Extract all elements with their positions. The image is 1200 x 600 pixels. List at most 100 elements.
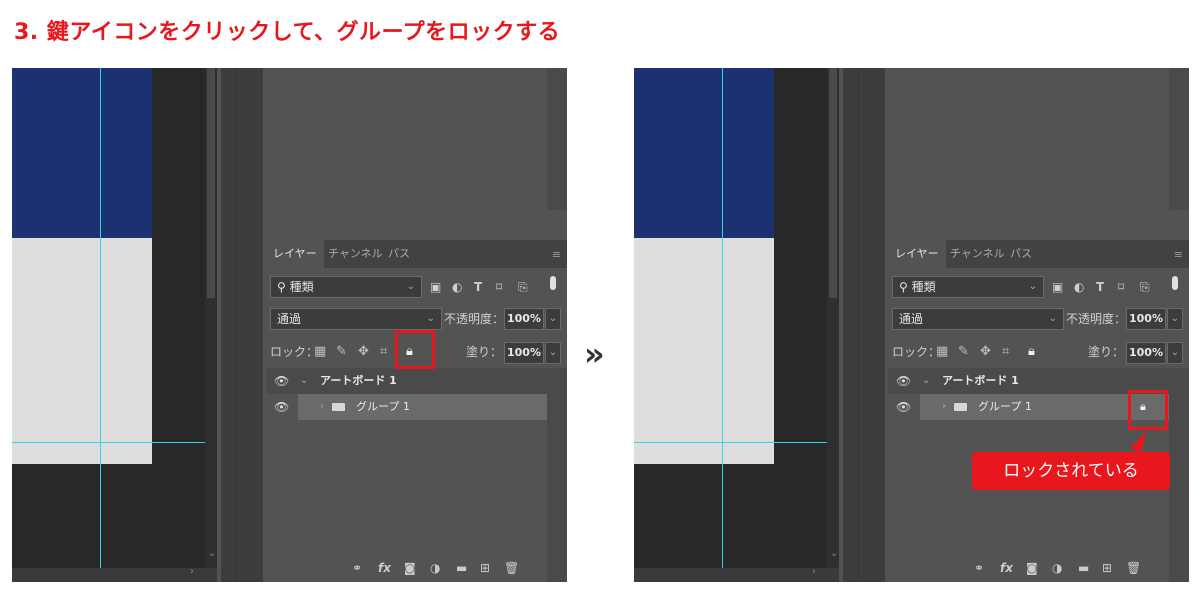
- chevron-down-icon[interactable]: ⌄: [545, 342, 561, 364]
- adjustment-filter-icon[interactable]: ◐: [452, 278, 462, 296]
- eye-icon[interactable]: 👁︎: [274, 368, 289, 394]
- chevron-down-icon[interactable]: ⌄: [830, 548, 838, 559]
- mask-icon[interactable]: ◙: [404, 558, 416, 578]
- chevron-down-icon: ⌄: [426, 313, 435, 324]
- eye-icon[interactable]: 👁︎: [896, 368, 911, 394]
- fx-icon[interactable]: fx: [1000, 558, 1013, 578]
- artboard-blue-area: [634, 68, 774, 238]
- layers-scrollbar[interactable]: [1169, 368, 1189, 582]
- transparency-lock-icon[interactable]: ▦: [314, 342, 326, 362]
- opacity-label: 不透明度：: [444, 312, 505, 326]
- upper-panel-scrollbar[interactable]: [1169, 68, 1189, 210]
- filter-label: 種類: [289, 280, 314, 294]
- canvas-area[interactable]: ⌄ ›: [12, 68, 217, 582]
- fx-icon[interactable]: fx: [378, 558, 391, 578]
- group-layer-name: グループ 1: [978, 400, 1032, 413]
- eye-icon[interactable]: 👁︎: [274, 394, 289, 420]
- lock-label: ロック：: [270, 345, 319, 359]
- layer-row-artboard[interactable]: 👁︎ ⌄ アートボード 1: [888, 368, 1169, 394]
- brush-lock-icon[interactable]: ✎: [336, 342, 347, 362]
- new-layer-icon[interactable]: ⊞: [1102, 558, 1112, 578]
- tab-layers[interactable]: レイヤー: [888, 240, 946, 268]
- chevron-down-icon[interactable]: ⌄: [208, 548, 216, 559]
- eye-icon[interactable]: 👁︎: [896, 394, 911, 420]
- panel-tabs: レイヤー チャンネル パス ≡: [888, 240, 1189, 268]
- new-group-icon[interactable]: ▬: [1078, 558, 1089, 578]
- shape-filter-icon[interactable]: ⌑: [496, 278, 502, 296]
- adjustment-filter-icon[interactable]: ◐: [1074, 278, 1084, 296]
- lock-icon[interactable]: 🔒︎: [1028, 342, 1035, 362]
- chevron-down-icon[interactable]: ⌄: [545, 308, 561, 330]
- opacity-field[interactable]: 100%: [504, 308, 544, 330]
- smart-object-filter-icon[interactable]: ⎘: [518, 278, 528, 296]
- filter-select[interactable]: ⚲ 種類 ⌄: [892, 276, 1044, 298]
- horizontal-scrollbar[interactable]: [12, 568, 217, 582]
- chevron-down-icon[interactable]: ⌄: [1167, 342, 1183, 364]
- move-lock-icon[interactable]: ✥: [358, 342, 369, 362]
- scrollbar-thumb[interactable]: [207, 68, 215, 298]
- type-filter-icon[interactable]: T: [474, 278, 482, 296]
- panel-menu-icon[interactable]: ≡: [552, 248, 561, 261]
- link-icon[interactable]: ⚭: [974, 558, 984, 578]
- artboard-gray-area: [634, 238, 774, 464]
- trash-icon[interactable]: 🗑︎: [504, 558, 519, 578]
- fill-label: 塗り：: [466, 345, 503, 359]
- image-filter-icon[interactable]: ▣: [1052, 278, 1063, 296]
- scrollbar-thumb[interactable]: [829, 68, 837, 298]
- adjustment-icon[interactable]: ◑: [1052, 558, 1062, 578]
- type-filter-icon[interactable]: T: [1096, 278, 1104, 296]
- chevron-down-icon[interactable]: ⌄: [1167, 308, 1183, 330]
- layers-scrollbar[interactable]: [547, 368, 567, 582]
- canvas-area[interactable]: ⌄ ›: [634, 68, 839, 582]
- trash-icon[interactable]: 🗑︎: [1126, 558, 1141, 578]
- fill-field[interactable]: 100%: [1126, 342, 1166, 364]
- horizontal-scrollbar[interactable]: [634, 568, 839, 582]
- layer-row-group[interactable]: 👁︎ › グループ 1: [266, 394, 547, 420]
- tab-paths[interactable]: パス: [1010, 240, 1032, 268]
- chevron-right-icon[interactable]: ›: [190, 566, 194, 577]
- adjustment-icon[interactable]: ◑: [430, 558, 440, 578]
- mask-icon[interactable]: ◙: [1026, 558, 1038, 578]
- upper-panel-area: [888, 68, 1189, 236]
- new-group-icon[interactable]: ▬: [456, 558, 467, 578]
- smart-object-filter-icon[interactable]: ⎘: [1140, 278, 1150, 296]
- group-layer-name: グループ 1: [356, 400, 410, 413]
- opacity-label: 不透明度：: [1066, 312, 1127, 326]
- fill-field[interactable]: 100%: [504, 342, 544, 364]
- opacity-field[interactable]: 100%: [1126, 308, 1166, 330]
- search-icon: ⚲: [277, 280, 286, 294]
- tab-layers[interactable]: レイヤー: [266, 240, 324, 268]
- divider: [236, 68, 237, 582]
- layer-row-artboard[interactable]: 👁︎ ⌄ アートボード 1: [266, 368, 547, 394]
- brush-lock-icon[interactable]: ✎: [958, 342, 969, 362]
- transparency-lock-icon[interactable]: ▦: [936, 342, 948, 362]
- filter-toggle[interactable]: [1172, 276, 1178, 290]
- fill-label: 塗り：: [1088, 345, 1125, 359]
- layer-row-group[interactable]: 👁︎ › グループ 1 🔒︎: [888, 394, 1169, 420]
- move-lock-icon[interactable]: ✥: [980, 342, 991, 362]
- new-layer-icon[interactable]: ⊞: [480, 558, 490, 578]
- panel-dock-gap: [221, 68, 263, 582]
- blend-mode-select[interactable]: 通過 ⌄: [270, 308, 442, 330]
- tab-channels[interactable]: チャンネル: [328, 240, 383, 268]
- image-filter-icon[interactable]: ▣: [430, 278, 441, 296]
- chevron-right-icon[interactable]: ›: [942, 394, 946, 420]
- tab-channels[interactable]: チャンネル: [950, 240, 1005, 268]
- filter-select[interactable]: ⚲ 種類 ⌄: [270, 276, 422, 298]
- chevron-down-icon[interactable]: ⌄: [922, 368, 930, 394]
- tab-paths[interactable]: パス: [388, 240, 410, 268]
- artboard-lock-icon[interactable]: ⌗: [380, 342, 387, 362]
- blend-mode-select[interactable]: 通過 ⌄: [892, 308, 1064, 330]
- chevron-right-icon[interactable]: ›: [320, 394, 324, 420]
- filter-label: 種類: [911, 280, 936, 294]
- shape-filter-icon[interactable]: ⌑: [1118, 278, 1124, 296]
- link-icon[interactable]: ⚭: [352, 558, 362, 578]
- chevron-right-icon[interactable]: ›: [812, 566, 816, 577]
- panel-menu-icon[interactable]: ≡: [1174, 248, 1183, 261]
- upper-panel-scrollbar[interactable]: [547, 68, 567, 210]
- chevron-down-icon[interactable]: ⌄: [300, 368, 308, 394]
- artboard-lock-icon[interactable]: ⌗: [1002, 342, 1009, 362]
- filter-toggle[interactable]: [550, 276, 556, 290]
- highlight-lock-icon: [395, 330, 435, 369]
- highlight-layer-lock: [1128, 390, 1168, 430]
